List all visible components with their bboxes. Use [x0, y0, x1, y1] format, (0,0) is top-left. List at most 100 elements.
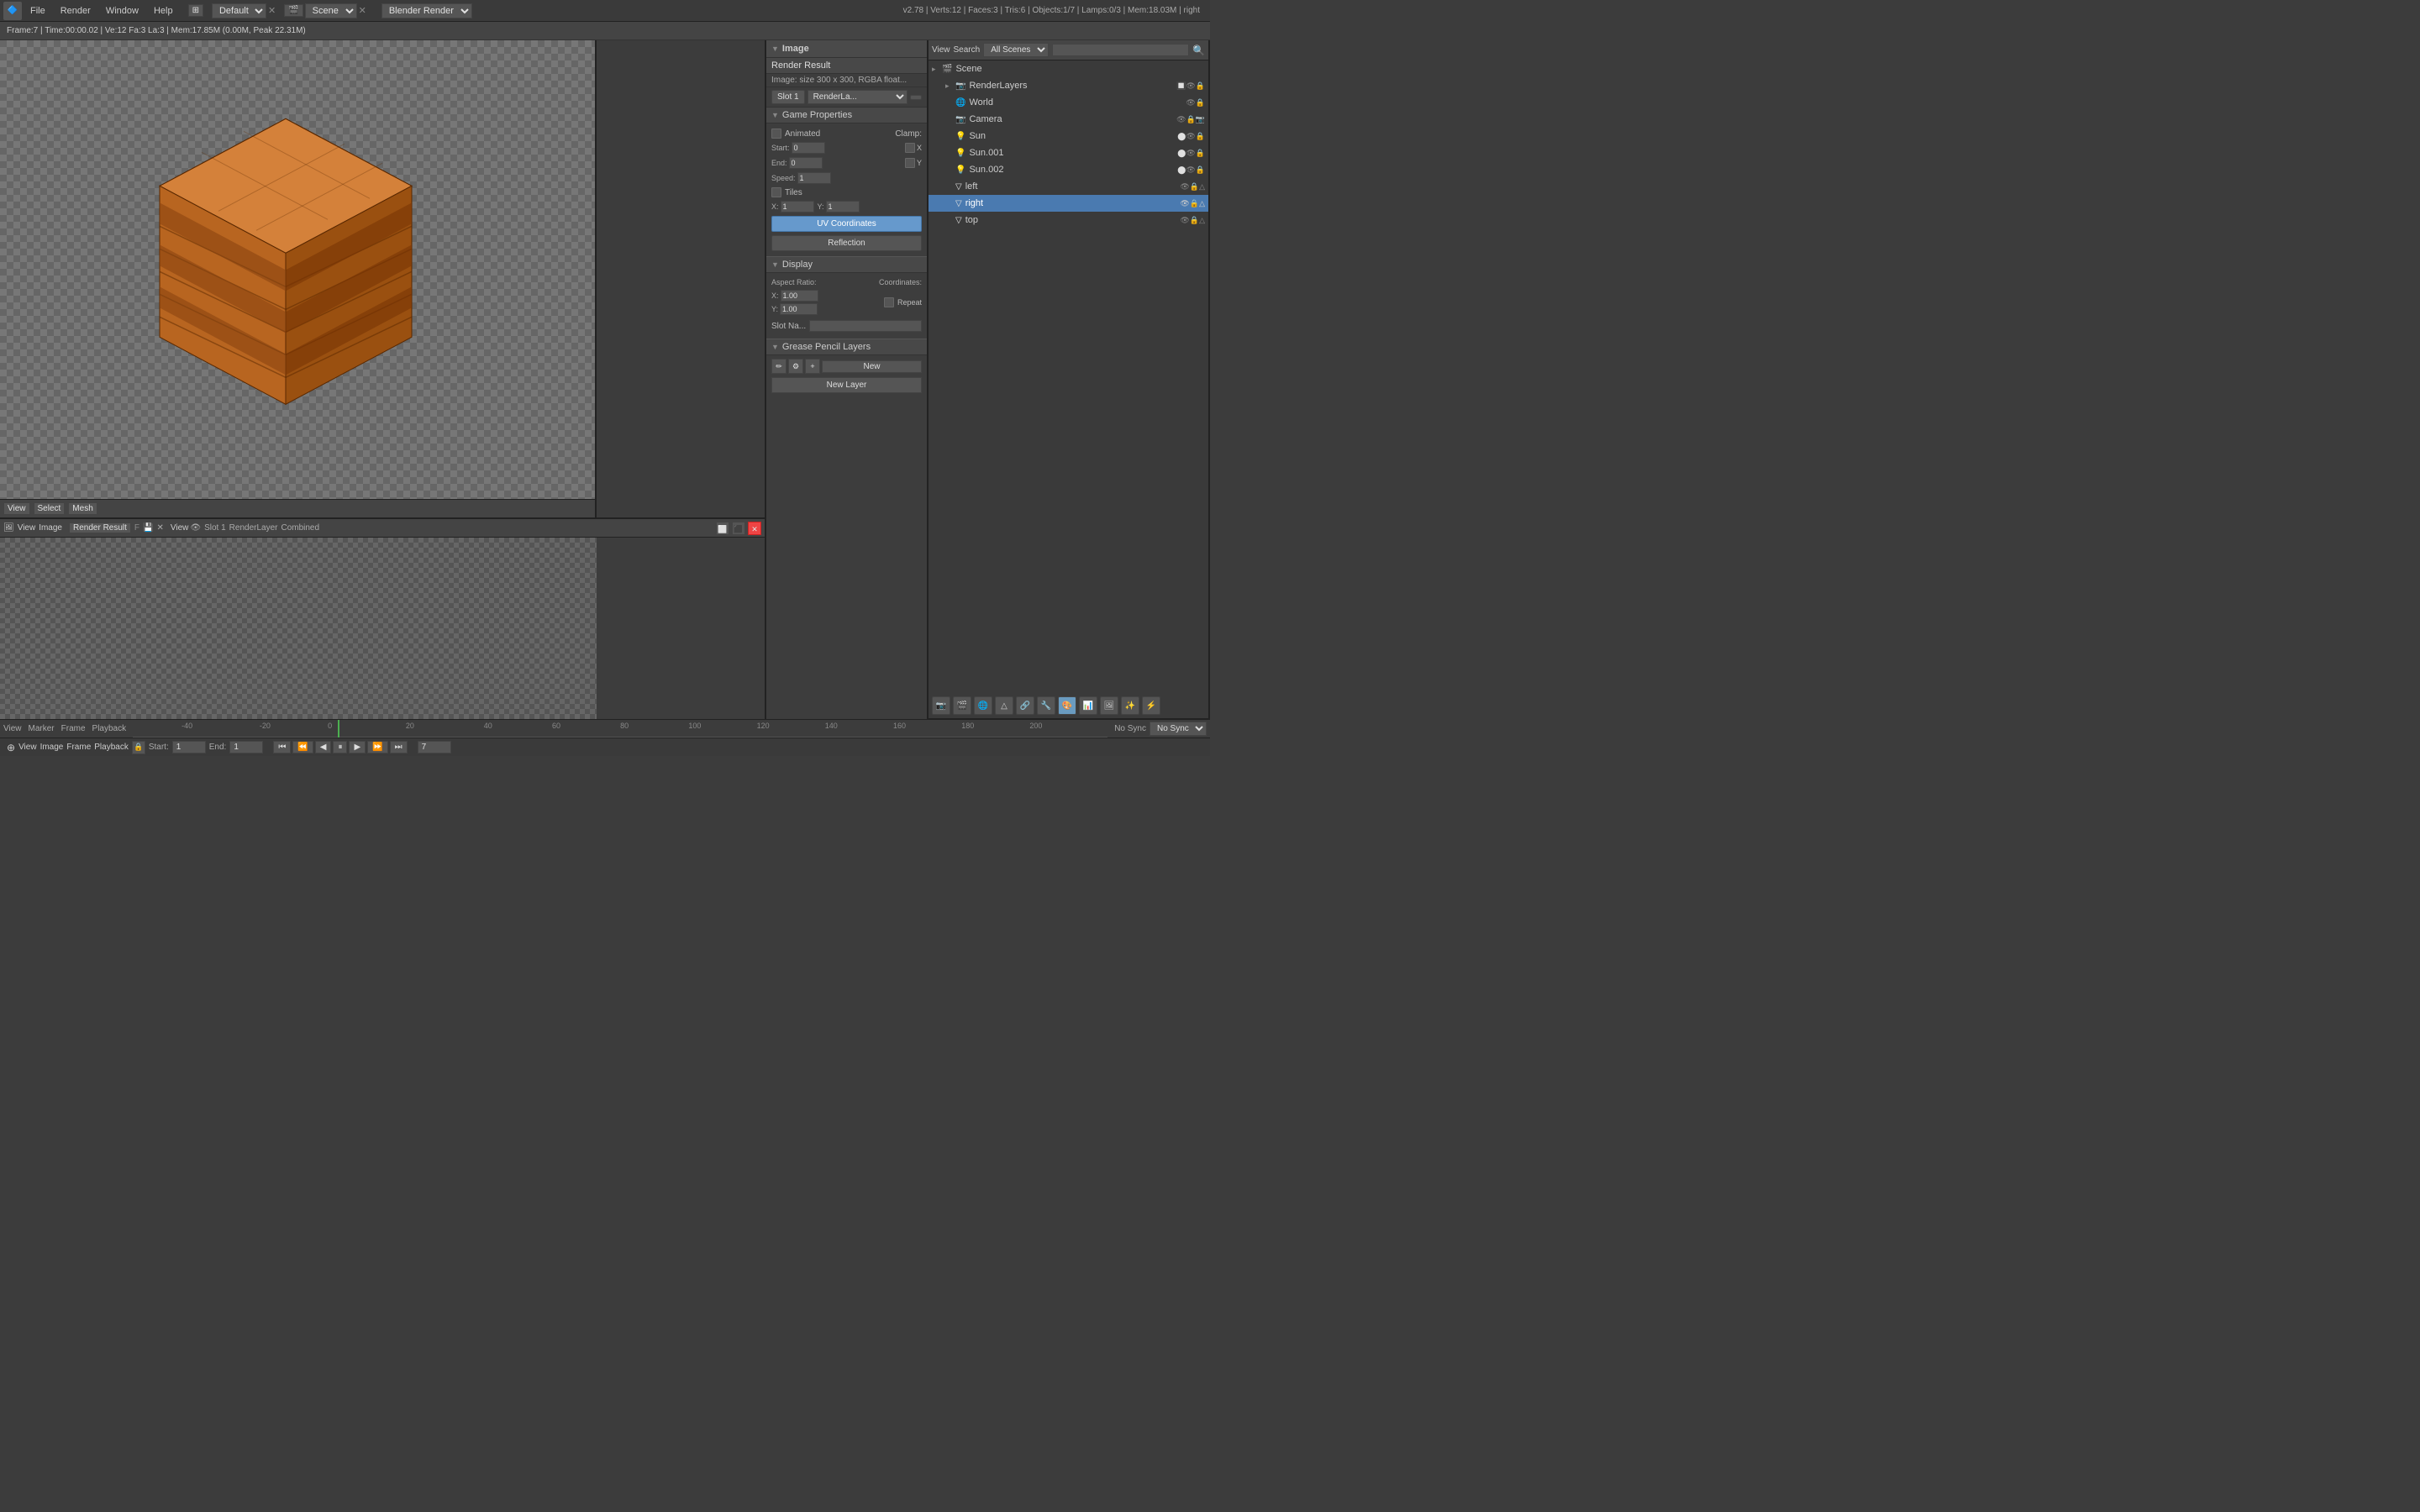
- tree-item-scene[interactable]: ▸ 🎬 Scene: [929, 60, 1208, 77]
- timeline-frame-btn[interactable]: Frame: [61, 724, 86, 733]
- viewport-select-btn[interactable]: Select: [34, 502, 66, 515]
- jump-start-btn[interactable]: ⏮: [273, 741, 291, 753]
- prop-render-btn[interactable]: 📷: [932, 696, 950, 715]
- new-btn[interactable]: New: [822, 360, 922, 373]
- tiles-checkbox[interactable]: [771, 187, 781, 197]
- view-icon[interactable]: 👁: [190, 523, 201, 533]
- x-input[interactable]: [781, 201, 814, 213]
- close-editor-btn[interactable]: ✕: [748, 522, 761, 535]
- img-view-btn[interactable]: View: [18, 523, 36, 533]
- all-scenes-select[interactable]: All Scenes: [983, 43, 1049, 57]
- repeat-checkbox[interactable]: [884, 297, 894, 307]
- bottom-marker-btn[interactable]: Image: [40, 743, 64, 752]
- grease-pencil-header[interactable]: ▼ Grease Pencil Layers: [766, 339, 927, 355]
- search-icon[interactable]: 🔍: [1192, 45, 1205, 56]
- combined-btn[interactable]: Combined: [281, 523, 319, 533]
- bottom-playback-btn[interactable]: Playback: [94, 743, 129, 752]
- combine-btn[interactable]: [910, 95, 922, 100]
- render-layer-dropdown[interactable]: RenderLa...: [808, 90, 908, 104]
- sync-select[interactable]: No Sync: [1150, 722, 1207, 736]
- mode-selector[interactable]: Default: [212, 3, 266, 18]
- prop-material-btn[interactable]: 🎨: [1058, 696, 1076, 715]
- play-fwd-btn[interactable]: ▶: [349, 741, 366, 753]
- outliner-search-input[interactable]: [1052, 44, 1189, 56]
- tree-item-world[interactable]: 🌐 World 👁 🔒: [929, 94, 1208, 111]
- overlay-btns: ⬜ ⬛ ✕: [716, 522, 761, 535]
- img-close-icon[interactable]: ✕: [156, 523, 163, 533]
- tree-item-left[interactable]: ▽ left 👁 🔒 △: [929, 178, 1208, 195]
- render-engine[interactable]: Blender Render: [381, 3, 472, 18]
- new-layer-btn[interactable]: New Layer: [771, 377, 922, 393]
- tree-item-sun[interactable]: 💡 Sun ⬤ 👁 🔒: [929, 128, 1208, 144]
- timeline-view-btn[interactable]: View: [3, 724, 22, 733]
- prop-data-btn[interactable]: 📊: [1079, 696, 1097, 715]
- view-btn2[interactable]: View: [171, 523, 189, 533]
- overlay-btn1[interactable]: ⬜: [716, 522, 729, 535]
- prop-obj-btn[interactable]: △: [995, 696, 1013, 715]
- prop-texture-btn[interactable]: 🖼: [1100, 696, 1118, 715]
- end-frame-input[interactable]: [229, 741, 263, 753]
- tree-item-right[interactable]: ▽ right 👁 🔒 △: [929, 195, 1208, 212]
- speed-input[interactable]: [797, 172, 831, 184]
- slot-na-input[interactable]: [809, 320, 922, 332]
- settings-icon[interactable]: ⚙: [788, 359, 803, 374]
- bottom-icon[interactable]: ⊕: [7, 742, 15, 753]
- jump-end-btn[interactable]: ⏭: [390, 741, 408, 753]
- start-frame-input[interactable]: [172, 741, 206, 753]
- prop-scene-btn[interactable]: 🎬: [953, 696, 971, 715]
- clamp-y-checkbox[interactable]: [905, 158, 915, 168]
- scene-selector[interactable]: Scene: [305, 3, 357, 18]
- tree-item-top[interactable]: ▽ top 👁 🔒 △: [929, 212, 1208, 228]
- reflection-btn[interactable]: Reflection: [771, 235, 922, 251]
- viewport-view-btn[interactable]: View: [3, 502, 30, 515]
- tree-item-sun002[interactable]: 💡 Sun.002 ⬤ 👁 🔒: [929, 161, 1208, 178]
- img-image-btn[interactable]: Image: [39, 523, 62, 533]
- play-back-btn[interactable]: ◀: [315, 741, 332, 753]
- aspect-y-input[interactable]: [780, 303, 818, 315]
- add-layer-icon[interactable]: +: [805, 359, 820, 374]
- game-props-header[interactable]: ▼ Game Properties: [766, 108, 927, 123]
- menu-render[interactable]: Render: [54, 4, 97, 18]
- tree-item-sun001[interactable]: 💡 Sun.001 ⬤ 👁 🔒: [929, 144, 1208, 161]
- lock-btn[interactable]: 🔒: [132, 741, 145, 754]
- prop-world-btn[interactable]: 🌐: [974, 696, 992, 715]
- menu-help[interactable]: Help: [147, 4, 180, 18]
- slot-btn[interactable]: Slot 1: [204, 523, 226, 533]
- end-input[interactable]: [789, 157, 823, 169]
- uv-coordinates-btn[interactable]: UV Coordinates: [771, 216, 922, 232]
- renderlayer-btn[interactable]: RenderLayer: [229, 523, 278, 533]
- slot-btn[interactable]: Slot 1: [771, 90, 805, 104]
- prop-physics-btn[interactable]: ⚡: [1142, 696, 1160, 715]
- timeline-marker-btn[interactable]: Marker: [29, 724, 55, 733]
- grease-pencil-section: ▼ Grease Pencil Layers ✏ ⚙ + New New Lay…: [766, 339, 927, 396]
- display-header[interactable]: ▼ Display: [766, 256, 927, 273]
- timeline-playback-btn[interactable]: Playback: [92, 724, 127, 733]
- stop-btn[interactable]: ⏸: [333, 741, 347, 753]
- clamp-x-checkbox[interactable]: [905, 143, 915, 153]
- pencil-icon[interactable]: ✏: [771, 359, 786, 374]
- aspect-x-input[interactable]: [781, 290, 818, 302]
- step-back-btn[interactable]: ⏪: [292, 741, 313, 753]
- viewport-mesh-btn[interactable]: Mesh: [68, 502, 97, 515]
- prop-constraint-btn[interactable]: 🔗: [1016, 696, 1034, 715]
- animated-checkbox[interactable]: [771, 129, 781, 139]
- outliner-view-btn[interactable]: View: [932, 45, 950, 55]
- current-frame-input[interactable]: [418, 741, 451, 753]
- bottom-view-btn[interactable]: View: [18, 743, 37, 752]
- prop-particles-btn[interactable]: ✨: [1121, 696, 1139, 715]
- prop-modifier-btn[interactable]: 🔧: [1037, 696, 1055, 715]
- overlay-btn2[interactable]: ⬛: [732, 522, 745, 535]
- tree-item-renderlayers[interactable]: ▸ 📷 RenderLayers 🔲 👁 🔒: [929, 77, 1208, 94]
- left-lock: 🔒: [1190, 182, 1199, 192]
- outliner-search-btn[interactable]: Search: [954, 45, 981, 55]
- info-bar: Frame:7 | Time:00:00.02 | Ve:12 Fa:3 La:…: [0, 22, 1210, 40]
- menu-window[interactable]: Window: [99, 4, 145, 18]
- tree-item-camera[interactable]: 📷 Camera 👁 🔒 📷: [929, 111, 1208, 128]
- step-fwd-btn[interactable]: ⏩: [367, 741, 387, 753]
- render-result-select[interactable]: Render Result: [69, 522, 131, 533]
- img-save-icon[interactable]: 💾: [143, 523, 153, 533]
- y-input[interactable]: [826, 201, 860, 213]
- menu-file[interactable]: File: [24, 4, 52, 18]
- start-input[interactable]: [792, 142, 825, 154]
- bottom-frame-btn[interactable]: Frame: [66, 743, 91, 752]
